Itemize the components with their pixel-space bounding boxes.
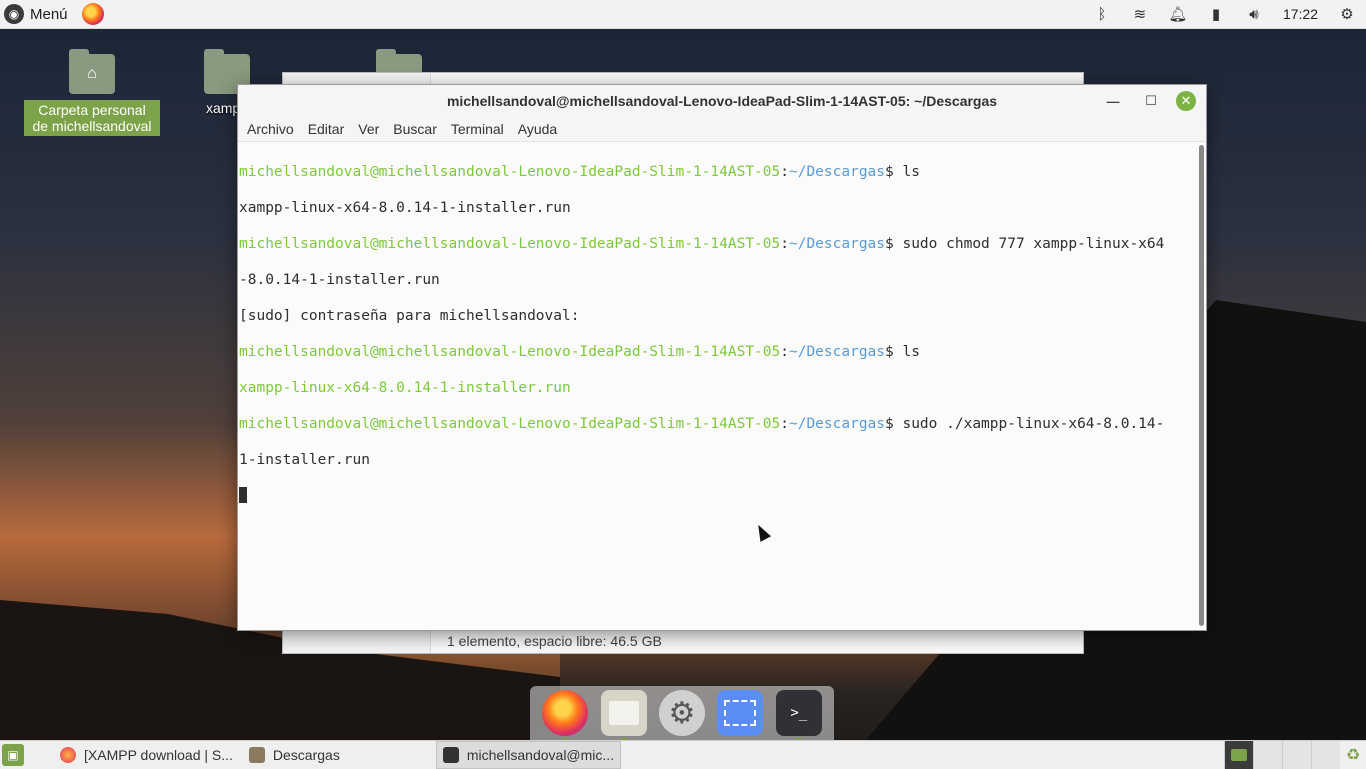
window-title: michellsandoval@michellsandoval-Lenovo-I… [446,93,998,109]
trash-icon[interactable]: ♻ [1340,741,1366,769]
workspace-4[interactable] [1311,741,1340,769]
task-label: michellsandoval@mic... [466,747,615,763]
desktop-icon-label: Carpeta personal de michellsandoval [24,100,160,136]
close-button[interactable]: ✕ [1176,91,1196,111]
terminal-output[interactable]: michellsandoval@michellsandoval-Lenovo-I… [238,143,1196,630]
terminal-icon [442,747,459,763]
text-cursor [239,487,247,503]
terminal-line: [sudo] contraseña para michellsandoval: [239,308,580,324]
terminal-line: michellsandoval@michellsandoval-Lenovo-I… [239,344,920,360]
screenshot-icon[interactable] [717,690,764,736]
menu-terminal[interactable]: Terminal [444,121,511,137]
terminal-cursor-line [239,487,1196,505]
task-label: [XAMPP download | S... [84,747,233,763]
terminal-line: -8.0.14-1-installer.run [239,272,440,288]
system-tray: ᛒ ≋ 🔔︎ ▮ 🔊︎ 17:22 ⚙ [1083,0,1366,28]
menu-archivo[interactable]: Archivo [240,121,301,137]
maximize-button[interactable]: ☐ [1132,90,1170,112]
home-folder-icon: ⌂ [69,49,115,94]
bell-icon[interactable]: 🔔︎ [1159,0,1197,28]
menu-ver[interactable]: Ver [351,121,386,137]
menu-editar[interactable]: Editar [301,121,352,137]
folder-icon [248,747,265,763]
task-descargas[interactable]: Descargas [243,742,346,768]
workspace-1[interactable] [1224,741,1253,769]
minimize-button[interactable]: — [1094,90,1132,112]
volume-icon[interactable]: 🔊︎ [1235,0,1273,28]
wifi-icon[interactable]: ≋ [1121,0,1159,28]
show-desktop-icon[interactable]: ▣ [2,744,24,766]
dock: ⚙ >_ [530,686,834,741]
task-terminal[interactable]: michellsandoval@mic... [435,741,622,769]
terminal-line: 1-installer.run [239,452,370,468]
menu-ayuda[interactable]: Ayuda [511,121,564,137]
terminal-line: xampp-linux-x64-8.0.14-1-installer.run [239,200,571,216]
settings-icon[interactable]: ⚙ [658,690,705,736]
task-label: Descargas [272,747,340,763]
top-panel: ◉ Menú ᛒ ≋ 🔔︎ ▮ 🔊︎ 17:22 ⚙ [0,0,1366,29]
app-menu-button[interactable]: ◉ Menú [0,0,72,28]
terminal-window[interactable]: michellsandoval@michellsandoval-Lenovo-I… [237,84,1207,631]
gear-icon[interactable]: ⚙ [1328,0,1366,28]
terminal-line: michellsandoval@michellsandoval-Lenovo-I… [239,236,1165,252]
workspace-2[interactable] [1253,741,1282,769]
terminal-titlebar[interactable]: michellsandoval@michellsandoval-Lenovo-I… [238,85,1206,117]
files-icon[interactable] [600,690,647,741]
battery-icon[interactable]: ▮ [1197,0,1235,28]
menu-label: Menú [30,5,68,23]
window-controls: — ☐ ✕ [1094,90,1196,112]
workspace-switcher: ♻ [1224,741,1366,769]
menu-buscar[interactable]: Buscar [386,121,444,137]
terminal-menubar: Archivo Editar Ver Buscar Terminal Ayuda [238,117,1206,142]
terminal-scrollbar[interactable] [1199,145,1204,626]
firefox-icon[interactable] [542,690,589,741]
menu-logo-icon: ◉ [4,4,24,24]
terminal-line: michellsandoval@michellsandoval-Lenovo-I… [239,164,920,180]
taskbar: ▣ [XAMPP download | S... Descargas miche… [0,740,1366,769]
task-firefox[interactable]: [XAMPP download | S... [54,742,239,768]
bluetooth-icon[interactable]: ᛒ [1083,0,1121,28]
desktop-icon-home[interactable]: ⌂ Carpeta personal de michellsandoval [24,49,160,136]
file-manager-statusbar: 1 elemento, espacio libre: 46.5 GB [431,628,1083,653]
terminal-icon[interactable]: >_ [775,690,822,741]
firefox-launcher-icon[interactable] [81,3,104,25]
workspace-3[interactable] [1282,741,1311,769]
terminal-line: xampp-linux-x64-8.0.14-1-installer.run [239,380,571,396]
terminal-line: michellsandoval@michellsandoval-Lenovo-I… [239,416,1165,432]
firefox-icon [60,747,76,763]
clock[interactable]: 17:22 [1273,6,1328,22]
